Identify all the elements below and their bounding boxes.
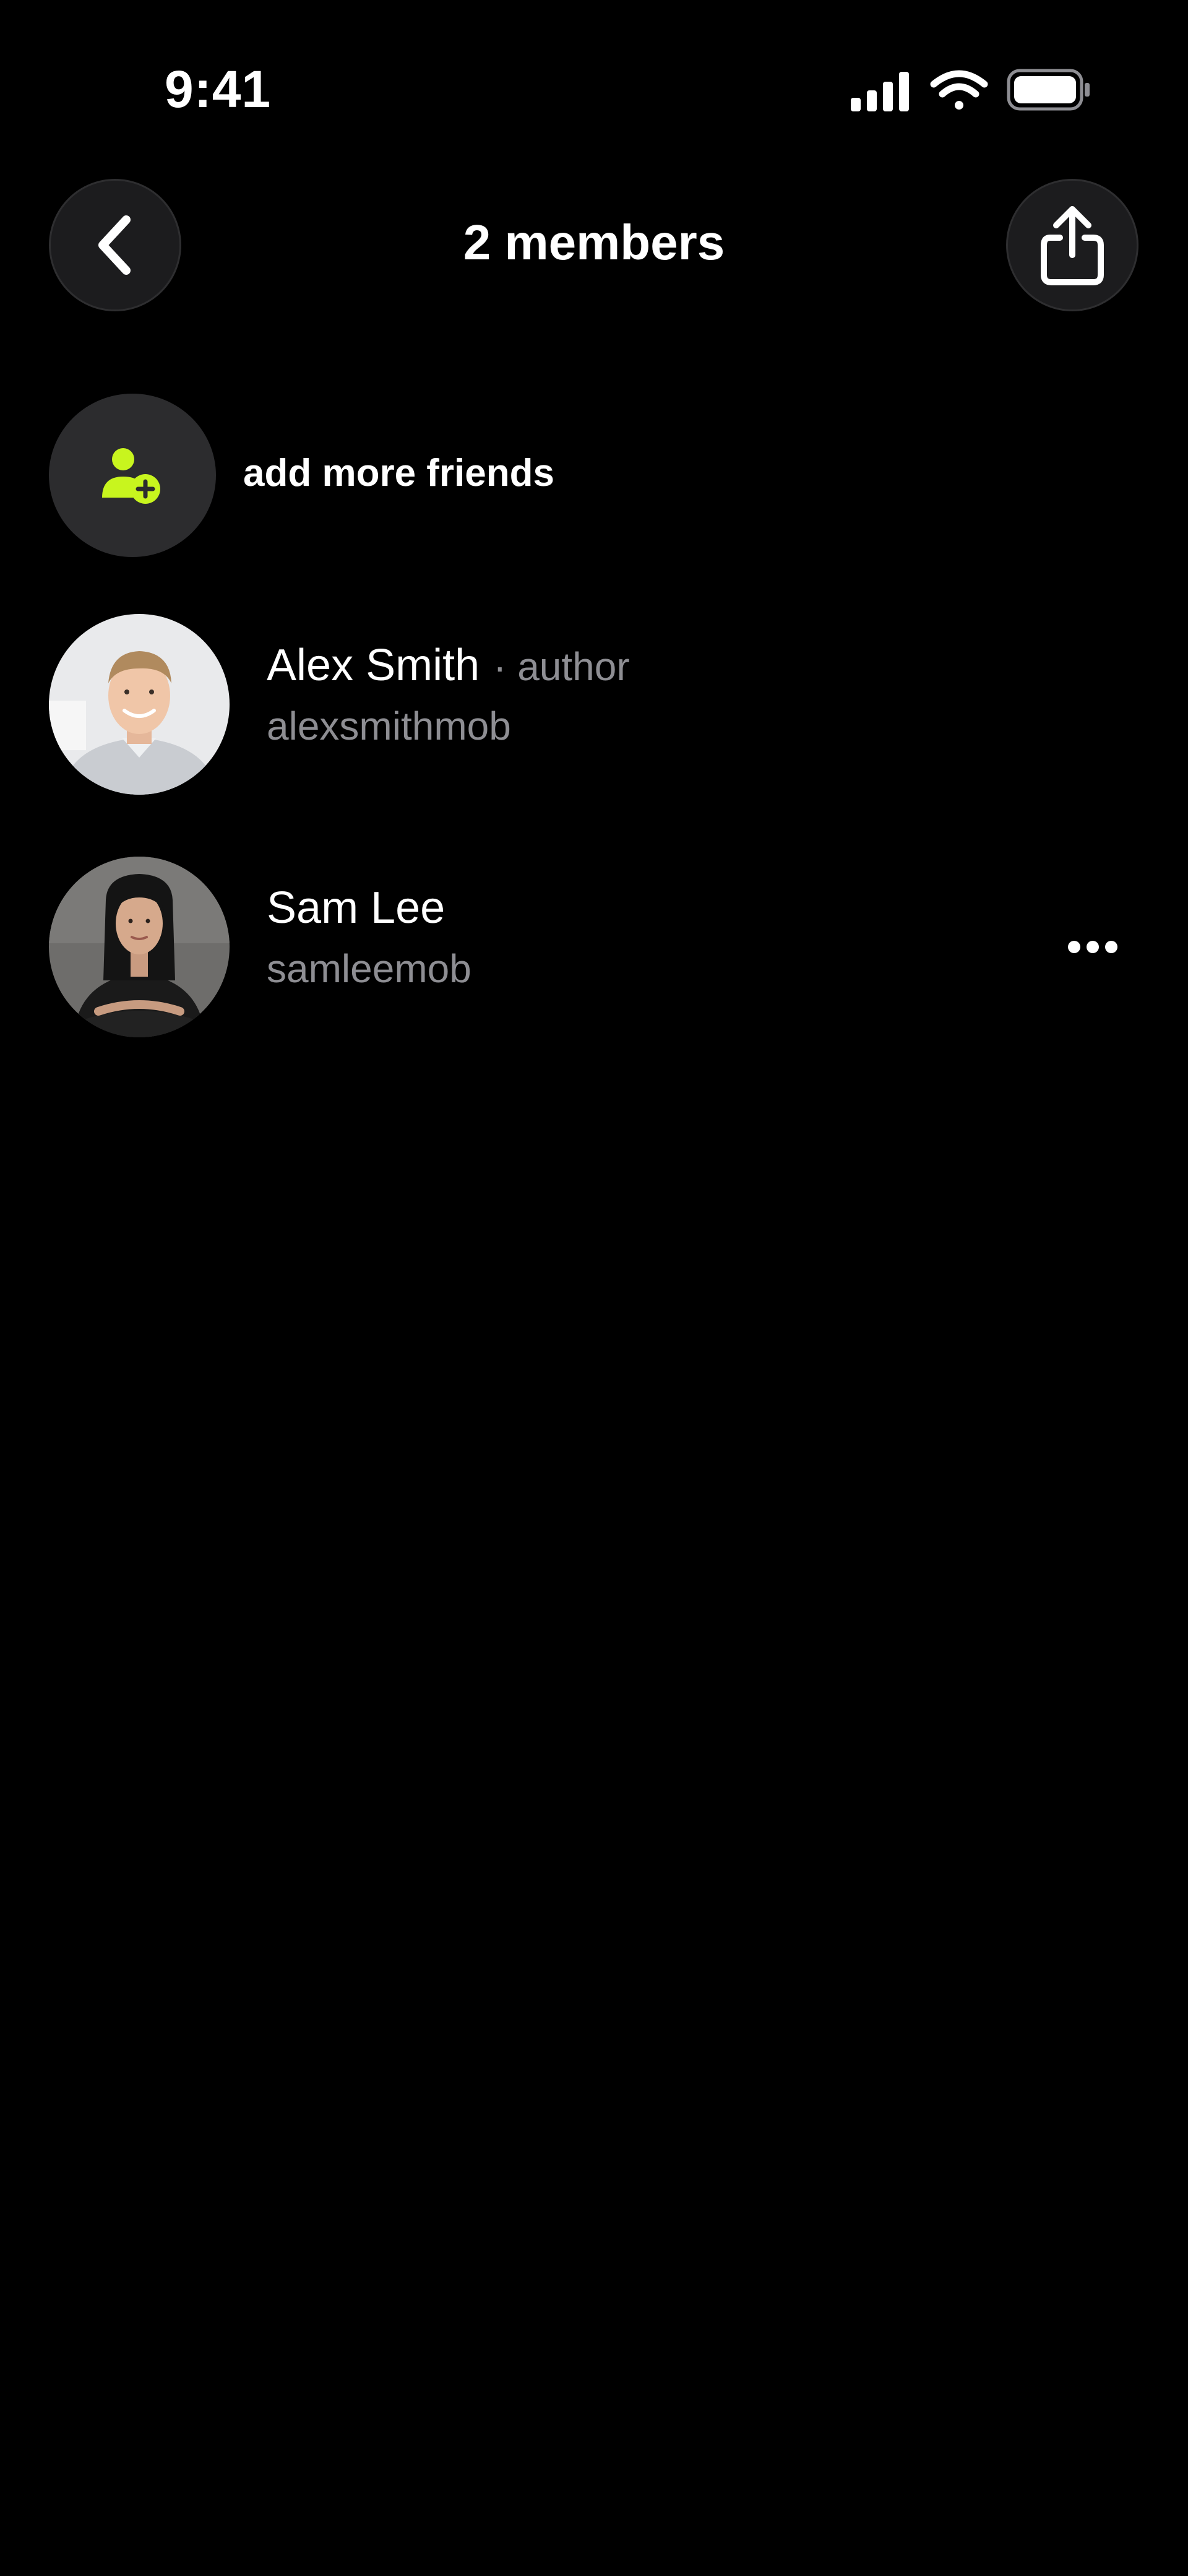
share-button[interactable] <box>1006 179 1138 311</box>
avatar <box>49 614 230 795</box>
cellular-signal-icon <box>851 72 909 111</box>
member-handle: alexsmithmob <box>267 704 511 748</box>
avatar-photo <box>49 614 230 795</box>
add-friends-button[interactable] <box>49 394 216 557</box>
member-name: Alex Smith <box>267 641 480 690</box>
add-friends-row[interactable]: add more friends <box>49 394 730 557</box>
share-icon <box>1041 206 1104 285</box>
member-name: Sam Lee <box>267 883 446 933</box>
member-role: · author <box>493 644 630 689</box>
status-icons <box>851 69 1090 111</box>
member-row[interactable]: Alex Smith · author alexsmithmob <box>49 614 1139 795</box>
battery-icon <box>1007 69 1090 111</box>
avatar-photo <box>49 857 230 1037</box>
wifi-icon <box>930 70 988 110</box>
status-time: 9:41 <box>165 60 272 118</box>
member-name-line: Alex Smith · author <box>267 640 630 691</box>
member-row[interactable]: Sam Lee samleemob <box>49 857 1139 1037</box>
member-name-line: Sam Lee <box>267 883 471 933</box>
avatar <box>49 857 230 1037</box>
member-handle: samleemob <box>267 946 471 991</box>
back-button[interactable] <box>49 179 181 311</box>
add-friends-label: add more friends <box>243 451 554 495</box>
page-title: 2 members <box>463 215 725 270</box>
add-user-icon <box>102 448 160 504</box>
more-horizontal-icon <box>1068 941 1117 953</box>
member-info: Sam Lee samleemob <box>267 883 471 992</box>
chevron-left-icon <box>98 215 131 275</box>
member-info: Alex Smith · author alexsmithmob <box>267 640 630 749</box>
more-options-button[interactable] <box>1046 922 1139 972</box>
